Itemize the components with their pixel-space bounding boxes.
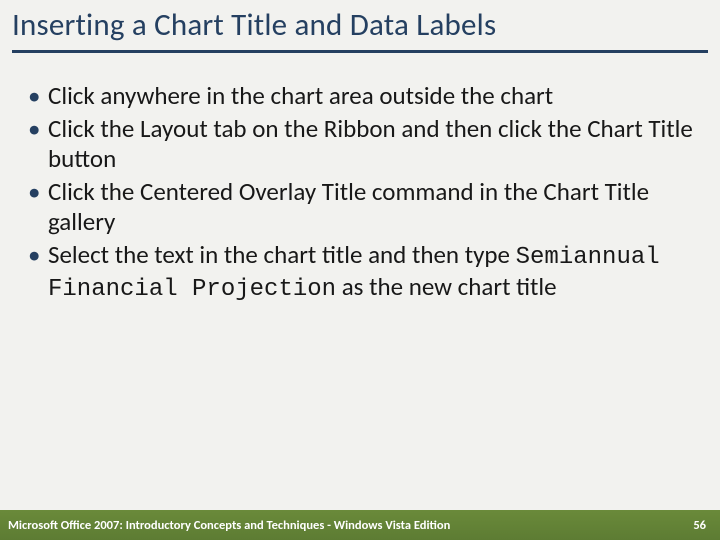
footer-text: Microsoft Office 2007: Introductory Conc…	[8, 518, 450, 533]
footer-bar: Microsoft Office 2007: Introductory Conc…	[0, 510, 720, 540]
slide: Inserting a Chart Title and Data Labels …	[0, 0, 720, 540]
list-item: Click the Centered Overlay Title command…	[24, 177, 696, 238]
list-item: Click the Layout tab on the Ribbon and t…	[24, 114, 696, 175]
bullet-text-prefix: Select the text in the chart title and t…	[48, 239, 516, 270]
content-area: Click anywhere in the chart area outside…	[0, 63, 720, 304]
page-number: 56	[693, 518, 706, 533]
title-underline	[12, 50, 708, 53]
bullet-text: Click the Centered Overlay Title command…	[48, 176, 649, 238]
bullet-text-suffix: as the new chart title	[336, 271, 557, 302]
bullet-list: Click anywhere in the chart area outside…	[24, 81, 696, 304]
slide-title: Inserting a Chart Title and Data Labels	[12, 6, 708, 44]
title-block: Inserting a Chart Title and Data Labels	[0, 0, 720, 63]
bullet-text: Click the Layout tab on the Ribbon and t…	[48, 113, 693, 175]
list-item: Select the text in the chart title and t…	[24, 240, 696, 305]
list-item: Click anywhere in the chart area outside…	[24, 81, 696, 112]
bullet-text: Click anywhere in the chart area outside…	[48, 80, 553, 111]
